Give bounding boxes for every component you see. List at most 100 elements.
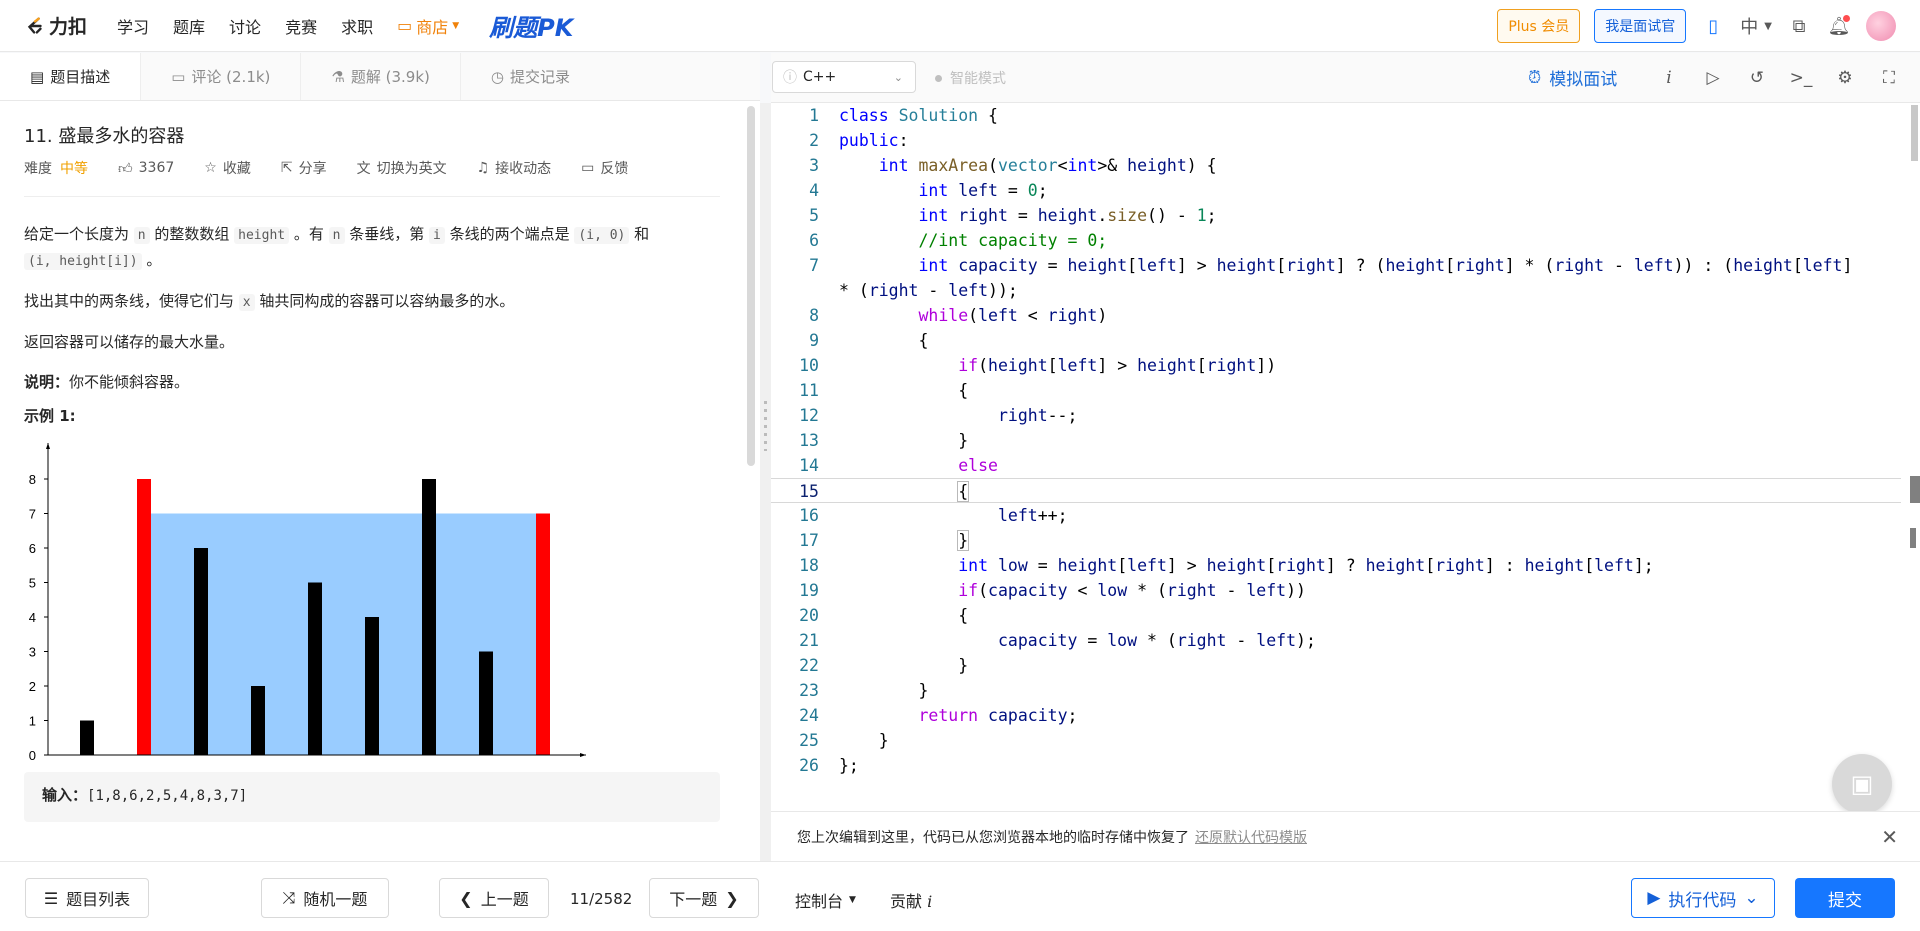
inline-code: height [234, 227, 290, 244]
y-tick-label: 5 [29, 576, 36, 591]
favorite-button[interactable]: ☆ 收藏 [204, 158, 251, 178]
bell-icon: ♫ [476, 160, 490, 176]
caret-down-icon: ▼ [1764, 20, 1772, 32]
like-button[interactable]: 👍︎ 3367 [118, 160, 174, 177]
console-toggle[interactable]: 控制台 ▼ [795, 888, 856, 912]
scrollbar-marker [1910, 528, 1916, 548]
language-switch[interactable]: 中 ▼ [1740, 13, 1772, 39]
problem-meta: 难度 中等 👍︎ 3367 ☆ 收藏 ⇱ 分享 文切换为英文 ♫ 接收动态 ▭ 反馈 [24, 158, 724, 178]
feedback-icon: ▭ [581, 160, 595, 176]
avatar[interactable] [1866, 11, 1896, 41]
left-scrollbar[interactable] [747, 106, 755, 466]
tab-description[interactable]: ▤ 题目描述 [0, 53, 142, 100]
code-line: { [839, 606, 969, 625]
nav-study[interactable]: 学习 [117, 14, 149, 38]
code-line: int low = height[left] > height[right] ?… [958, 556, 1654, 575]
terminal-icon[interactable]: >_ [1788, 65, 1814, 91]
code-line: } [839, 431, 969, 450]
smart-mode-toggle[interactable]: 智能模式 [935, 68, 1006, 88]
mobile-icon[interactable]: ▯ [1700, 13, 1726, 39]
prev-problem-button[interactable]: ❮ 上一题 [439, 878, 549, 918]
next-label: 下一题 [669, 890, 718, 909]
restore-default-link[interactable]: 还原默认代码模版 [1195, 827, 1307, 847]
y-tick-label: 0 [29, 748, 36, 763]
code-line: } [839, 731, 889, 750]
contribute-button[interactable]: 贡献 i [890, 888, 932, 912]
nav-jobs[interactable]: 求职 [341, 14, 373, 38]
example-title: 示例 1: [24, 407, 76, 425]
switch-language-button[interactable]: 文切换为英文 [357, 158, 447, 178]
smart-mode-label: 智能模式 [950, 71, 1006, 87]
play-outline-icon[interactable]: ▷ [1700, 65, 1726, 91]
chart-bar [194, 548, 208, 755]
tab-solutions[interactable]: ⚗ 题解 (3.9k) [301, 53, 461, 100]
code-line: int capacity = height[left] > height[rig… [918, 256, 1853, 275]
fullscreen-icon[interactable]: ⛶ [1876, 65, 1902, 91]
favorite-label: 收藏 [222, 161, 251, 177]
notification-bell-icon[interactable]: 🔔︎ [1826, 13, 1852, 39]
code-line: class Solution { [839, 106, 998, 125]
run-code-button[interactable]: ▶ 执行代码 ⌄ [1631, 878, 1775, 918]
chevron-right-icon: ❯ [725, 888, 739, 908]
alarm-clock-icon: ⏰︎ [1528, 67, 1542, 88]
tab-comments[interactable]: ▭ 评论 (2.1k) [141, 53, 302, 100]
mock-interview-button[interactable]: ⏰︎ 模拟面试 [1528, 65, 1617, 91]
notebook-icon: ▣ [1850, 770, 1874, 798]
share-button[interactable]: ⇱ 分享 [281, 158, 327, 178]
y-axis-arrow [46, 443, 50, 449]
code-line: int right = height.size() - 1; [918, 206, 1217, 225]
problem-content[interactable]: 11. 盛最多水的容器 难度 中等 👍︎ 3367 ☆ 收藏 ⇱ 分享 文切换为英文 ♫… [0, 102, 760, 861]
random-problem-button[interactable]: ⤨ 随机一题 [261, 878, 389, 918]
pk-logo[interactable]: 刷题PK [489, 8, 573, 43]
problem-list-label: 题目列表 [66, 890, 131, 909]
nav-problemset[interactable]: 题库 [173, 14, 205, 38]
next-problem-button[interactable]: 下一题 ❯ [649, 878, 759, 918]
code-line: } [957, 530, 970, 551]
random-label: 随机一题 [303, 890, 368, 909]
scrollbar-marker [1910, 476, 1920, 503]
code-line: } [839, 656, 969, 675]
subscribe-button[interactable]: ♫ 接收动态 [477, 158, 552, 178]
description-icon: ▤ [30, 67, 45, 86]
chevron-down-icon: ⌄ [893, 70, 903, 84]
subscribe-label: 接收动态 [495, 161, 552, 177]
drag-handle-icon [764, 401, 767, 451]
desc-text: 的整数数组 [149, 225, 235, 243]
close-icon[interactable]: ✕ [1881, 825, 1898, 849]
like-count: 3367 [138, 160, 175, 176]
difficulty-label: 难度 [24, 161, 52, 177]
pane-resizer[interactable] [760, 103, 771, 861]
playground-icon[interactable]: ⧉ [1786, 13, 1812, 39]
language-select-value: C++ [803, 69, 837, 85]
chevron-left-icon: ❮ [459, 888, 473, 908]
tab-submissions[interactable]: ◷ 提交记录 [461, 53, 600, 100]
language-select[interactable]: ⓘ C++ ⌄ [772, 61, 916, 93]
settings-icon[interactable]: ⚙ [1832, 65, 1858, 91]
code-line: else [958, 456, 998, 475]
share-icon: ⇱ [280, 160, 293, 176]
notebook-button[interactable]: ▣ [1832, 754, 1892, 814]
desc-text: 。有 [289, 225, 329, 243]
code-line-wrap: * (right - left)); [839, 281, 1018, 300]
interviewer-button[interactable]: 我是面试官 [1594, 9, 1687, 43]
store-icon: ▭ [397, 16, 413, 35]
leetcode-logo[interactable]: 力扣 [24, 12, 87, 39]
info-italic-icon[interactable]: i [1656, 65, 1682, 91]
chart-bar [479, 651, 493, 755]
pk-label-suffix: PK [537, 14, 574, 42]
editor-toolbar: ⓘ C++ ⌄ 智能模式 ⏰︎ 模拟面试 i ▷ ↺ >_ ⚙ ⛶ [771, 53, 1920, 103]
logo-text: 力扣 [49, 16, 88, 38]
nav-store[interactable]: ▭ 商店 ▼ [397, 14, 459, 38]
feedback-button[interactable]: ▭ 反馈 [581, 158, 628, 178]
problem-list-button[interactable]: ☰ 题目列表 [25, 878, 149, 918]
problem-title: 11. 盛最多水的容器 [24, 126, 185, 147]
nav-contest[interactable]: 竞赛 [285, 14, 317, 38]
input-label: 输入： [42, 786, 88, 804]
y-tick-label: 8 [29, 472, 36, 487]
plus-member-button[interactable]: Plus 会员 [1497, 9, 1581, 43]
submit-button[interactable]: 提交 [1795, 878, 1895, 918]
code-editor[interactable]: 1 class Solution { 2 public: 3 int maxArea… [771, 103, 1920, 811]
nav-discuss[interactable]: 讨论 [229, 14, 261, 38]
editor-scrollbar[interactable] [1911, 105, 1918, 161]
reset-icon[interactable]: ↺ [1744, 65, 1770, 91]
